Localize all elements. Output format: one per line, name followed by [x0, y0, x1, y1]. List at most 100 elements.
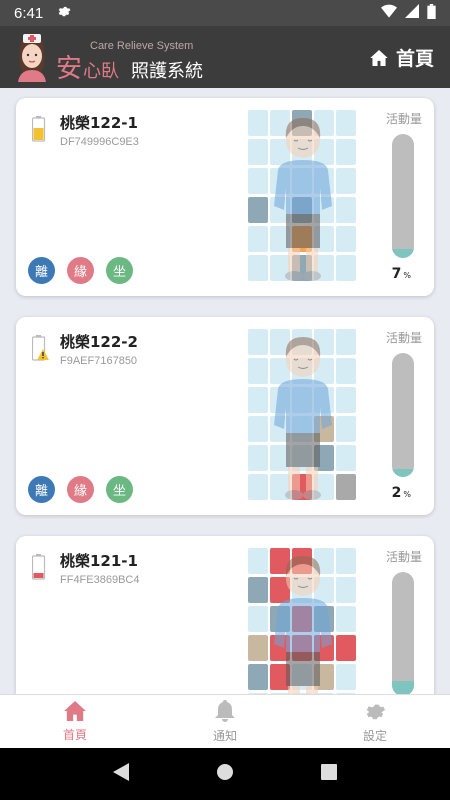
- sensor-cell: [270, 139, 290, 165]
- sensor-cell: [292, 577, 312, 603]
- sensor-cell: [314, 387, 334, 413]
- status-badge[interactable]: 緣: [67, 476, 94, 503]
- device-id: F9AEF7167850: [60, 355, 138, 367]
- activity-bar: [392, 572, 414, 694]
- sensor-cell: [248, 664, 268, 690]
- bottom-navigation: 首頁 通知 設定: [0, 694, 450, 748]
- status-bar: 6:41: [0, 0, 450, 26]
- nav-item-bell[interactable]: 通知: [150, 695, 300, 748]
- recents-icon[interactable]: [320, 764, 337, 784]
- sensor-cell: [336, 387, 356, 413]
- sensor-cell: [314, 139, 334, 165]
- sensor-cell: [314, 606, 334, 632]
- sensor-cell: [336, 197, 356, 223]
- sensor-cell: [314, 358, 334, 384]
- battery-icon: [31, 554, 46, 580]
- battery-status-icon: [427, 3, 436, 23]
- bed-name: 桃榮121-1: [60, 552, 138, 570]
- sensor-cell: [314, 474, 334, 500]
- status-badge[interactable]: 離: [28, 476, 55, 503]
- patient-card[interactable]: 桃榮122-1 DF749996C9E3 離緣坐 活動量 7%: [16, 98, 434, 296]
- sensor-cell: [248, 139, 268, 165]
- home-icon: [370, 49, 388, 66]
- battery-icon: [31, 335, 49, 361]
- sensor-cell: [248, 445, 268, 471]
- sensor-cell: [270, 329, 290, 355]
- sensor-cell: [270, 416, 290, 442]
- patient-card[interactable]: 桃榮122-2 F9AEF7167850 離緣坐 活動量 2%: [16, 317, 434, 515]
- sensor-cell: [248, 358, 268, 384]
- activity-label: 活動量: [385, 331, 422, 345]
- status-badge[interactable]: 緣: [67, 257, 94, 284]
- sensor-cell: [314, 329, 334, 355]
- status-badge[interactable]: 離: [28, 257, 55, 284]
- home-circle-icon[interactable]: [216, 763, 234, 785]
- sensor-cell: [248, 226, 268, 252]
- sensor-cell: [336, 635, 356, 661]
- sensor-cell: [336, 255, 356, 281]
- home-button[interactable]: 首頁: [370, 44, 434, 71]
- sensor-cell: [248, 387, 268, 413]
- activity-bar-fill: [392, 681, 414, 694]
- activity-bar: [392, 353, 414, 477]
- activity-label: 活動量: [385, 112, 422, 126]
- sensor-cell: [248, 606, 268, 632]
- sensor-cell: [292, 168, 312, 194]
- sensor-cell: [270, 387, 290, 413]
- gear-icon: [364, 700, 386, 727]
- sensor-cell: [336, 226, 356, 252]
- wifi-icon: [381, 4, 397, 22]
- sensor-cell: [336, 358, 356, 384]
- sensor-cell: [314, 168, 334, 194]
- sensor-cell: [292, 255, 312, 281]
- sensor-cell: [248, 110, 268, 136]
- sensor-cell: [314, 110, 334, 136]
- sensor-cell: [336, 168, 356, 194]
- nav-label: 設定: [362, 728, 387, 743]
- patient-list[interactable]: 桃榮122-1 DF749996C9E3 離緣坐活動量 7% 桃榮122-2 F9AEF7…: [0, 88, 450, 694]
- status-badge[interactable]: 坐: [106, 257, 133, 284]
- bed-name: 桃榮122-2: [60, 333, 138, 351]
- activity-bar-fill: [392, 469, 414, 477]
- sensor-cell: [292, 445, 312, 471]
- sensor-cell: [314, 416, 334, 442]
- pressure-sensor-grid: [248, 329, 358, 503]
- back-icon[interactable]: [113, 763, 130, 785]
- nav-item-home[interactable]: 首頁: [0, 695, 150, 748]
- sensor-cell: [336, 606, 356, 632]
- activity-number: 2: [391, 485, 402, 501]
- sensor-cell: [248, 329, 268, 355]
- sensor-cell: [314, 226, 334, 252]
- sensor-cell: [270, 548, 290, 574]
- app-logo-text: 安 心 臥 照護系統: [56, 48, 203, 85]
- sensor-cell: [292, 387, 312, 413]
- activity-unit: %: [403, 271, 411, 280]
- home-icon: [64, 700, 86, 726]
- sensor-cell: [336, 577, 356, 603]
- sensor-cell: [314, 548, 334, 574]
- sensor-cell: [292, 358, 312, 384]
- bed-name: 桃榮122-1: [60, 114, 138, 132]
- sensor-cell: [248, 635, 268, 661]
- status-time: 6:41: [14, 4, 44, 22]
- sensor-cell: [336, 110, 356, 136]
- sensor-cell: [292, 635, 312, 661]
- sensor-cell: [292, 664, 312, 690]
- sensor-cell: [292, 416, 312, 442]
- app-title: 照護系統: [131, 61, 204, 82]
- sensor-cell: [248, 548, 268, 574]
- sensor-cell: [314, 255, 334, 281]
- sensor-cell: [292, 197, 312, 223]
- sensor-cell: [314, 445, 334, 471]
- sensor-cell: [336, 445, 356, 471]
- sensor-cell: [248, 577, 268, 603]
- sensor-cell: [292, 139, 312, 165]
- sensor-cell: [292, 226, 312, 252]
- signal-icon: [405, 4, 419, 22]
- sensor-cell: [314, 577, 334, 603]
- activity-number: 7: [391, 266, 402, 282]
- nav-item-gear[interactable]: 設定: [300, 695, 450, 748]
- activity-value: 2%: [392, 485, 411, 501]
- patient-card[interactable]: 桃榮121-1FF4FE3869BC4離緣坐活動量: [16, 536, 434, 694]
- status-badge[interactable]: 坐: [106, 476, 133, 503]
